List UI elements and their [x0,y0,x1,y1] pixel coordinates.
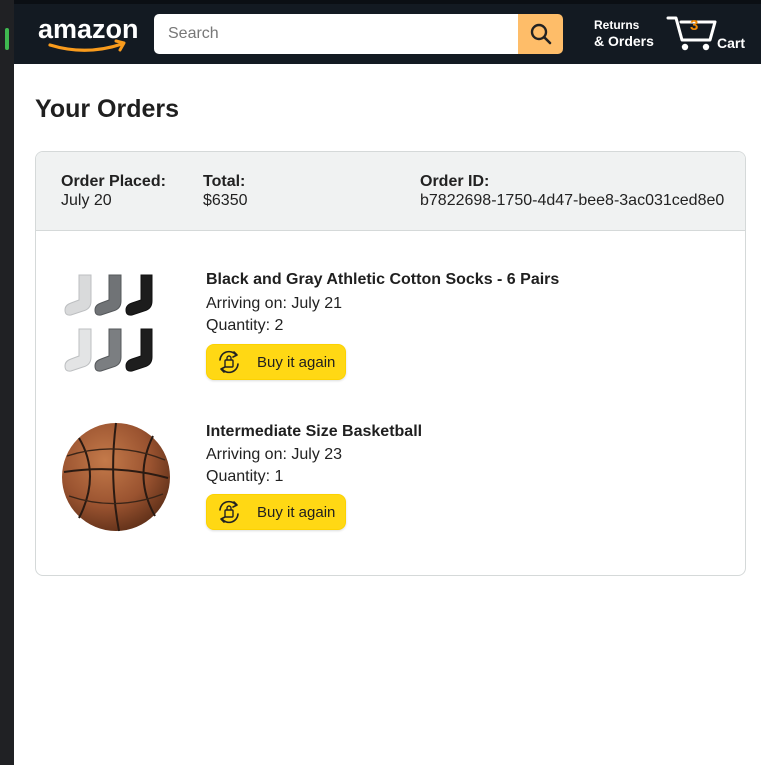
item-name[interactable]: Intermediate Size Basketball [206,423,422,441]
search-bar [154,14,563,54]
buy-again-button[interactable]: Buy it again [206,344,346,380]
buy-again-icon [219,500,239,524]
order-card: Order Placed: July 20 Total: $6350 Order… [35,151,746,576]
order-id-value: b7822698-1750-4d47-bee8-3ac031ced8e0 [420,192,725,209]
item-name[interactable]: Black and Gray Athletic Cotton Socks - 6… [206,271,559,289]
cart-count-badge: 3 [690,17,699,34]
top-navbar: amazon Returns & Orders [14,0,761,64]
cart-label: Cart [717,35,746,51]
order-total-value: $6350 [203,192,248,209]
active-indicator [5,28,9,50]
returns-orders-link[interactable]: Returns & Orders [594,17,654,49]
buy-again-label: Buy it again [257,353,336,371]
cart-link[interactable]: 3 Cart [666,12,751,58]
item-arrival: Arriving on: July 21 [206,295,343,312]
logo-text: amazon [38,14,139,44]
order-header: Order Placed: July 20 Total: $6350 Order… [36,152,745,231]
orders-page: amazon Returns & Orders [14,0,761,765]
item-arrival: Arriving on: July 23 [206,446,343,463]
amazon-logo[interactable]: amazon [36,14,146,58]
order-placed-label: Order Placed: [61,173,166,190]
window-edge [0,0,14,765]
orders-label: & Orders [594,33,654,49]
order-total: Total: $6350 [203,172,248,210]
buy-again-label: Buy it again [257,503,336,521]
page-title: Your Orders [35,95,180,123]
search-input[interactable] [154,14,518,54]
returns-label: Returns [594,18,640,32]
order-item: Black and Gray Athletic Cotton Socks - 6… [36,271,745,401]
order-total-label: Total: [203,173,246,190]
socks-image [64,274,153,372]
item-quantity: Quantity: 1 [206,468,284,485]
order-id-label: Order ID: [420,173,490,190]
order-item: Intermediate Size Basketball Arriving on… [36,420,745,550]
basketball-image [62,422,170,532]
buy-again-button[interactable]: Buy it again [206,494,346,530]
order-placed-value: July 20 [61,192,112,209]
buy-again-icon [219,350,239,374]
search-icon [530,23,551,45]
item-quantity: Quantity: 2 [206,317,284,334]
order-placed: Order Placed: July 20 [61,172,166,210]
search-button[interactable] [518,14,563,54]
order-id: Order ID: b7822698-1750-4d47-bee8-3ac031… [420,172,724,210]
